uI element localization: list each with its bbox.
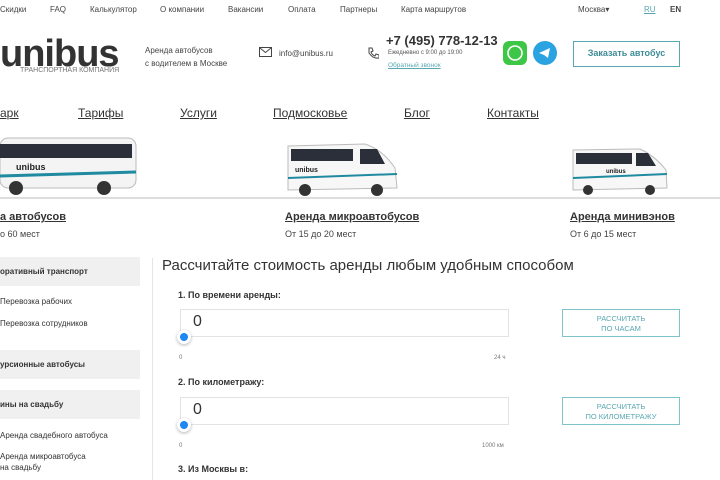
hours-slider-handle[interactable] [177,330,191,344]
top-link-route-map[interactable]: Карта маршрутов [401,5,466,14]
sidebar-item-wedding-bus[interactable]: Аренда свадебного автобуса [0,430,108,441]
divider [152,258,153,480]
top-link-jobs[interactable]: Вакансии [228,5,263,14]
city-select[interactable]: Москва▾ [578,5,609,14]
telegram-icon[interactable] [533,41,557,65]
lang-ru[interactable]: RU [644,5,656,14]
nav-tariffs[interactable]: Тарифы [78,106,123,120]
top-link-faq[interactable]: FAQ [50,5,66,14]
calc-title: Рассчитайте стоимость аренды любым удобн… [162,257,574,274]
sidebar-item-wedding-microbus[interactable]: Аренда микроавтобуса на свадьбу [0,451,86,473]
sidebar-item-employees[interactable]: Перевозка сотрудников [0,318,88,329]
calc-hours-button[interactable]: РАССЧИТАТЬ ПО ЧАСАМ [562,309,680,337]
minivan-image[interactable]: unibus [570,146,670,198]
tagline-line-1: Аренда автобусов [145,46,213,55]
work-hours: Ежедневно с 9:00 до 19:00 [388,50,463,56]
svg-text:unibus: unibus [16,162,46,172]
svg-text:unibus: unibus [295,167,318,174]
mail-icon [259,47,272,57]
vehicle-sub-minivan: От 6 до 15 мест [570,229,637,239]
button-line-1: РАССЧИТАТЬ [596,314,646,323]
top-link-partners[interactable]: Партнеры [340,5,377,14]
section-from-moscow-label: 3. Из Москвы в: [178,464,249,474]
tagline: Аренда автобусов с водителем в Москве [145,44,227,70]
section-km-label: 2. По километражу: [178,377,265,387]
calc-km-button[interactable]: РАССЧИТАТЬ ПО КИЛОМЕТРАЖУ [562,397,680,425]
hours-min: 0 [179,355,183,361]
bus-image[interactable]: unibus [0,132,140,198]
lang-en[interactable]: EN [670,5,681,14]
sidebar-heading-excursion[interactable]: урсионные автобусы [0,350,140,379]
vehicle-sub-microbus: От 15 до 20 мест [285,229,357,239]
vehicle-title-minivan[interactable]: Аренда минивэнов [570,211,675,223]
nav-park[interactable]: арк [0,106,19,120]
email-link[interactable]: info@unibus.ru [279,47,333,60]
tagline-line-2: с водителем в Москве [145,59,228,68]
sidebar-item-line-1: Аренда микроавтобуса [0,452,86,461]
callback-link[interactable]: Обратный звонок [388,62,441,69]
phone-icon [368,47,379,59]
sidebar-item-workers[interactable]: Перевозка рабочих [0,296,72,307]
top-link-payment[interactable]: Оплата [288,5,316,14]
button-line-2: ПО КИЛОМЕТРАЖУ [585,412,657,421]
nav-contacts[interactable]: Контакты [487,106,539,120]
top-link-calculator[interactable]: Калькулятор [90,5,137,14]
km-max: 1000 км [482,443,504,449]
logo-subtitle: ТРАНСПОРТНАЯ КОМПАНИЯ [20,67,120,74]
microbus-image[interactable]: unibus [285,140,400,198]
svg-text:unibus: unibus [606,169,626,175]
whatsapp-icon[interactable] [503,41,527,65]
top-link-discounts[interactable]: Скидки [0,5,26,14]
sidebar-item-line-2: на свадьбу [0,463,41,472]
top-link-about[interactable]: О компании [160,5,204,14]
km-min: 0 [179,443,183,449]
nav-moscow-region[interactable]: Подмосковье [273,106,347,120]
phone-number[interactable]: +7 (495) 778-12-13 [386,33,498,48]
vehicle-title-bus[interactable]: а автобусов [0,211,66,223]
logo[interactable]: unibus [0,35,120,73]
sidebar-heading-corporate[interactable]: оративный транспорт [0,257,140,286]
section-time-label: 1. По времени аренды: [178,290,281,300]
vehicle-title-microbus[interactable]: Аренда микроавтобусов [285,211,419,223]
hours-input[interactable]: 0 [180,309,509,337]
hours-max: 24 ч [494,355,506,361]
city-value: Москва [578,5,606,14]
button-line-1: РАССЧИТАТЬ [596,402,646,411]
km-slider-handle[interactable] [177,418,191,432]
vehicle-sub-bus: о 60 мест [0,229,40,239]
button-line-2: ПО ЧАСАМ [601,324,641,333]
order-bus-button[interactable]: Заказать автобус [573,41,680,67]
km-input[interactable]: 0 [180,397,509,425]
nav-blog[interactable]: Блог [404,106,430,120]
nav-services[interactable]: Услуги [180,106,217,120]
sidebar-heading-wedding[interactable]: ины на свадьбу [0,390,140,419]
